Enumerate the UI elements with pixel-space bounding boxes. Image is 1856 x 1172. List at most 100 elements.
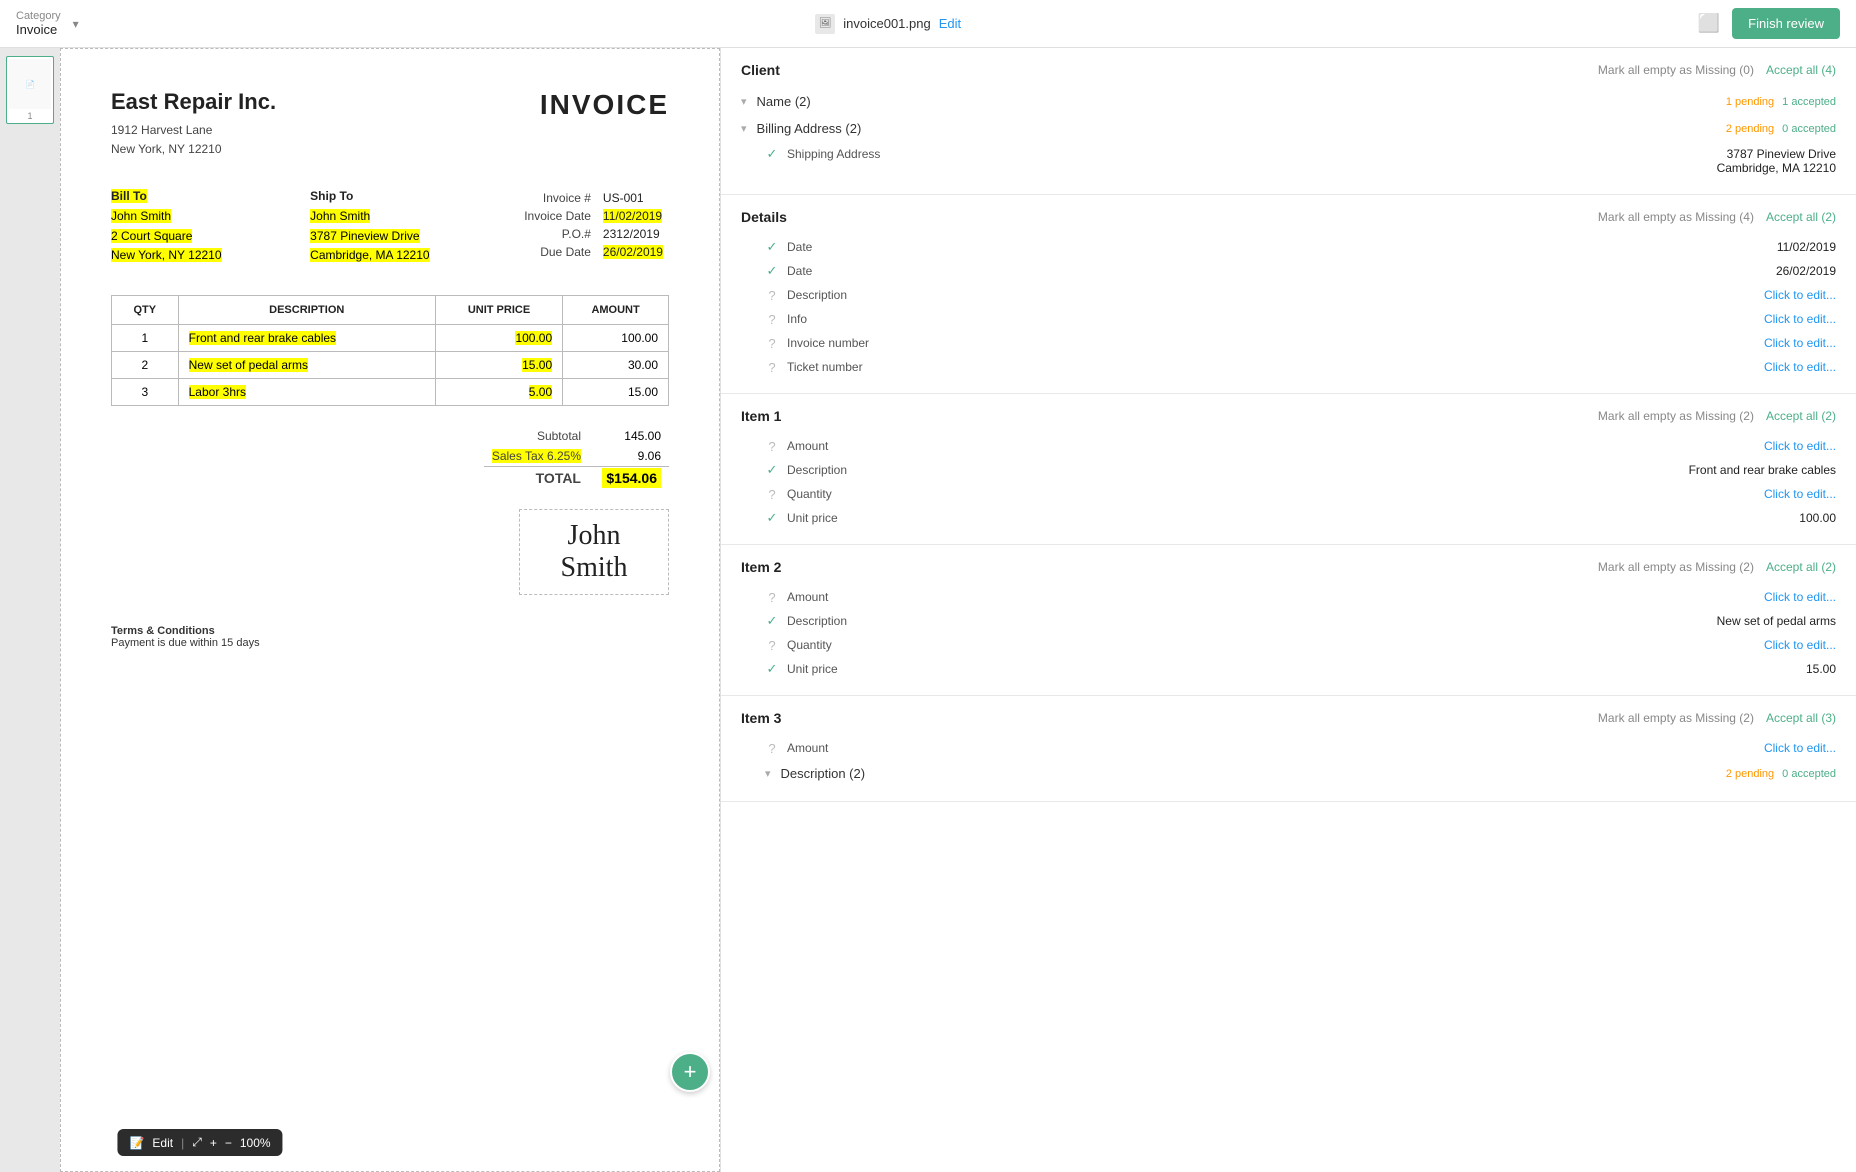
item1-mark-missing[interactable]: Mark all empty as Missing (2) (1598, 409, 1754, 423)
zoom-edit-label[interactable]: Edit (152, 1136, 173, 1150)
ship-to-name: John Smith (310, 209, 370, 223)
details-mark-missing[interactable]: Mark all empty as Missing (4) (1598, 210, 1754, 224)
bill-to-addr1: 2 Court Square (111, 229, 192, 243)
invoice-parties: Bill To John Smith 2 Court Square New Yo… (111, 189, 669, 265)
billing-accepted: 0 accepted (1782, 123, 1836, 135)
invoice-header: East Repair Inc. 1912 Harvest Lane New Y… (111, 89, 669, 159)
client-accept-all[interactable]: Accept all (4) (1766, 63, 1836, 77)
item3-section: Item 3 Mark all empty as Missing (2) Acc… (721, 696, 1856, 802)
file-icon: 🖼 (815, 14, 835, 34)
details-section: Details Mark all empty as Missing (4) Ac… (721, 195, 1856, 394)
shipping-status-icon: ✓ (765, 147, 779, 161)
thumbnail-page-number: 1 (9, 109, 51, 121)
check-icon: ✓ (765, 662, 779, 676)
details-section-title: Details (741, 209, 787, 225)
item2-section-header: Item 2 Mark all empty as Missing (2) Acc… (741, 559, 1836, 575)
client-name-label: ▾ Name (2) (741, 94, 811, 109)
expand-icon[interactable]: ⤢ (192, 1135, 202, 1150)
item2-quantity: ?Quantity Click to edit... (741, 633, 1836, 657)
table-row: 3 Labor 3hrs 5.00 15.00 (112, 378, 669, 405)
category-label: Category (16, 10, 61, 22)
item3-amount: ?Amount Click to edit... (741, 736, 1836, 760)
item1-accept-all[interactable]: Accept all (2) (1766, 409, 1836, 423)
subtotal-row: Subtotal 145.00 (484, 426, 669, 446)
billing-address-label: ▾ Billing Address (2) (741, 121, 861, 136)
check-icon: ✓ (765, 463, 779, 477)
zoom-level: 100% (240, 1136, 271, 1150)
col-desc: DESCRIPTION (178, 295, 435, 324)
client-name-group-header[interactable]: ▾ Name (2) 1 pending 1 accepted (741, 88, 1836, 115)
category-dropdown-icon[interactable]: ▾ (73, 17, 79, 31)
details-field-info: ?Info Click to edit... (741, 307, 1836, 331)
tax-row: Sales Tax 6.25% 9.06 (484, 446, 669, 467)
signature-box: John Smith (519, 509, 669, 595)
item3-section-actions: Mark all empty as Missing (2) Accept all… (1598, 711, 1836, 725)
top-bar-right: ⬜ Finish review (1698, 8, 1840, 39)
billing-address-group-header[interactable]: ▾ Billing Address (2) 2 pending 0 accept… (741, 115, 1836, 142)
table-row: 1 Front and rear brake cables 100.00 100… (112, 324, 669, 351)
invoice-viewer: East Repair Inc. 1912 Harvest Lane New Y… (60, 48, 720, 1172)
signature-area: John Smith (111, 509, 669, 595)
details-field-date2: ✓Date 26/02/2019 (741, 259, 1836, 283)
category-value: Invoice (16, 22, 61, 37)
row1-qty: 1 (112, 324, 179, 351)
terms-text: Payment is due within 15 days (111, 637, 669, 649)
item2-section-title: Item 2 (741, 559, 781, 575)
filename: invoice001.png (843, 16, 930, 31)
add-button[interactable]: + (670, 1052, 710, 1092)
client-name-group: ▾ Name (2) 1 pending 1 accepted (741, 88, 1836, 115)
item1-unit-price: ✓Unit price 100.00 (741, 506, 1836, 530)
ship-to: Ship To John Smith 3787 Pineview Drive C… (310, 189, 429, 265)
subtotal-value: 145.00 (589, 426, 669, 446)
client-section-actions: Mark all empty as Missing (0) Accept all… (1598, 63, 1836, 77)
item2-unit-price: ✓Unit price 15.00 (741, 657, 1836, 681)
subtotal-label: Subtotal (484, 426, 589, 446)
item1-section-title: Item 1 (741, 408, 781, 424)
client-mark-missing[interactable]: Mark all empty as Missing (0) (1598, 63, 1754, 77)
ship-to-addr1: 3787 Pineview Drive (310, 229, 419, 243)
client-name-badges: 1 pending 1 accepted (1726, 96, 1836, 108)
row3-qty: 3 (112, 378, 179, 405)
check-icon: ✓ (765, 264, 779, 278)
item3-description-group[interactable]: ▾ Description (2) 2 pending 0 accepted (741, 760, 1836, 787)
shipping-addr1: 3787 Pineview Drive (1717, 147, 1836, 161)
question-icon: ? (765, 638, 779, 652)
due-date-value: 26/02/2019 (603, 245, 663, 259)
details-accept-all[interactable]: Accept all (2) (1766, 210, 1836, 224)
total-label: TOTAL (484, 466, 589, 489)
item2-section-actions: Mark all empty as Missing (2) Accept all… (1598, 560, 1836, 574)
bill-to-details: John Smith 2 Court Square New York, NY 1… (111, 207, 222, 265)
item3-accept-all[interactable]: Accept all (3) (1766, 711, 1836, 725)
ship-to-label: Ship To (310, 189, 429, 203)
company-info: East Repair Inc. 1912 Harvest Lane New Y… (111, 89, 276, 159)
category-selector[interactable]: Category Invoice ▾ (16, 10, 79, 37)
shipping-field-left: ✓ Shipping Address (765, 147, 925, 161)
details-section-header: Details Mark all empty as Missing (4) Ac… (741, 209, 1836, 225)
item1-section-actions: Mark all empty as Missing (2) Accept all… (1598, 409, 1836, 423)
invoice-content: East Repair Inc. 1912 Harvest Lane New Y… (61, 49, 719, 849)
invoice-num-label: Invoice # (518, 189, 597, 207)
ship-to-addr2: Cambridge, MA 12210 (310, 248, 429, 262)
bill-to-addr2: New York, NY 12210 (111, 248, 222, 262)
bill-to-label: Bill To (111, 189, 222, 203)
zoom-bar[interactable]: 📝 Edit | ⤢ + − 100% (117, 1129, 282, 1156)
item3-pending: 2 pending (1726, 768, 1774, 780)
item2-amount: ?Amount Click to edit... (741, 585, 1836, 609)
question-icon: ? (765, 590, 779, 604)
details-section-actions: Mark all empty as Missing (4) Accept all… (1598, 210, 1836, 224)
finish-review-button[interactable]: Finish review (1732, 8, 1840, 39)
thumbnail-page-1[interactable]: 📄 1 (6, 56, 54, 124)
client-name-pending: 1 pending (1726, 96, 1774, 108)
item2-accept-all[interactable]: Accept all (2) (1766, 560, 1836, 574)
edit-link[interactable]: Edit (939, 16, 961, 31)
zoom-plus-icon[interactable]: + (210, 1136, 217, 1150)
bill-to-name: John Smith (111, 209, 171, 223)
item2-mark-missing[interactable]: Mark all empty as Missing (2) (1598, 560, 1754, 574)
bill-to: Bill To John Smith 2 Court Square New Yo… (111, 189, 222, 265)
client-section-header: Client Mark all empty as Missing (0) Acc… (741, 62, 1836, 78)
row2-unit-price: 15.00 (435, 351, 562, 378)
invoice-date-label: Invoice Date (518, 207, 597, 225)
item3-mark-missing[interactable]: Mark all empty as Missing (2) (1598, 711, 1754, 725)
question-icon: ? (765, 360, 779, 374)
zoom-minus-icon[interactable]: − (225, 1136, 232, 1150)
